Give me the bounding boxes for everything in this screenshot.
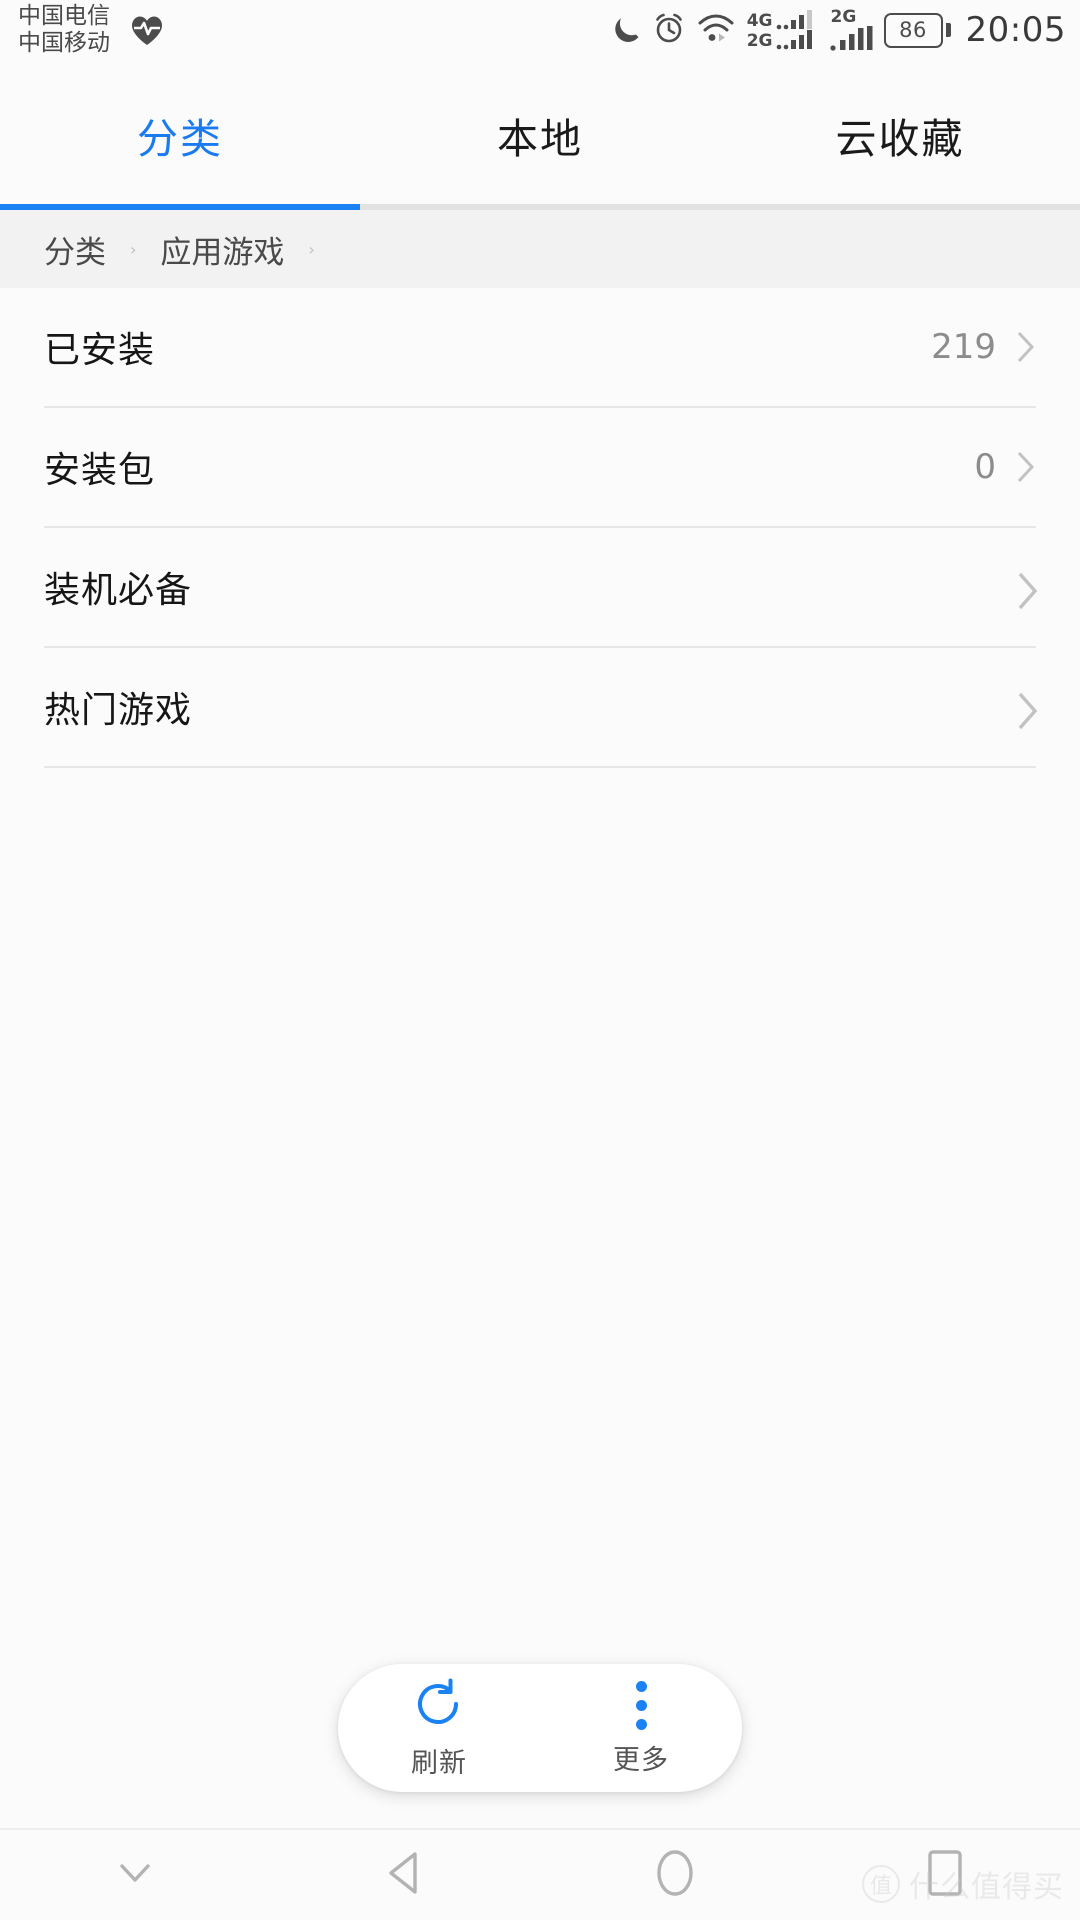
chevron-right-icon [1016,450,1036,484]
watermark: 值 什么值得买 [862,1862,1064,1906]
status-bar: 中国电信 中国移动 4G 2G 2G 86 20:05 [0,0,1080,60]
refresh-button-label: 刷新 [411,1747,467,1779]
app-screen: 中国电信 中国移动 4G 2G 2G 86 20:05 分类 本地 云收藏 分类… [0,0,1080,1920]
list-item-installed[interactable]: 已安装 219 [0,288,1080,406]
sim2-network-label: 2G [830,6,857,27]
breadcrumb-separator-trailing-icon: › [308,239,315,259]
list-item-label: 热门游戏 [44,690,193,731]
sim2-signal-icon: 2G [829,6,873,52]
heart-rate-icon [130,14,164,46]
nav-back-button[interactable] [270,1830,540,1920]
more-button[interactable]: 更多 [540,1664,742,1792]
breadcrumb-item-current[interactable]: 应用游戏 [160,227,284,272]
tab-categories[interactable]: 分类 [0,105,360,165]
watermark-text: 什么值得买 [909,1870,1064,1905]
floating-toolbar-wrapper: 刷新 更多 [0,1664,1080,1792]
battery-cap [945,23,951,37]
floating-toolbar: 刷新 更多 [338,1664,742,1792]
list-item-label: 安装包 [44,450,156,491]
carrier-labels: 中国电信 中国移动 [18,3,110,57]
watermark-badge: 值 [862,1865,900,1903]
list-item-label: 已安装 [44,330,156,371]
battery-level-label: 86 [883,12,943,48]
list-item-count: 0 [974,447,996,487]
alarm-clock-icon [653,12,685,48]
breadcrumb-separator-icon: › [130,239,137,259]
list-item-essentials[interactable]: 装机必备 [0,528,1080,646]
chevron-right-icon [1016,570,1038,610]
dot [635,1719,647,1730]
refresh-button[interactable]: 刷新 [338,1664,540,1792]
tab-cloud-favorites[interactable]: 云收藏 [720,105,1080,165]
nav-hide-button[interactable] [0,1830,270,1920]
tab-local[interactable]: 本地 [360,105,720,165]
status-icons: 4G 2G 2G 86 20:05 [612,0,1066,60]
sim1-network-top-label: 4G [746,11,773,31]
refresh-circular-arrow-icon [411,1677,467,1735]
list-item-label: 装机必备 [44,570,193,611]
sim1-signal-icon: 4G 2G [747,10,816,50]
carrier-secondary-label: 中国移动 [18,30,110,56]
system-navigation-bar: 值 什么值得买 [0,1828,1080,1920]
back-triangle-icon [385,1850,425,1900]
status-clock: 20:05 [965,10,1066,50]
breadcrumb[interactable]: 分类 › 应用游戏 › [0,210,1080,288]
dot [635,1681,647,1692]
chevron-right-icon [1016,330,1036,364]
chevron-down-icon [115,1860,155,1890]
tab-bar: 分类 本地 云收藏 [0,60,1080,210]
three-dots-vertical-icon [635,1680,647,1732]
tab-active-indicator [0,204,360,210]
battery-icon: 86 [883,12,951,48]
home-circle-icon [654,1848,696,1902]
nav-home-button[interactable] [540,1830,810,1920]
list-divider [44,766,1036,768]
list-item-popular-games[interactable]: 热门游戏 [0,648,1080,766]
sim1-network-bottom-label: 2G [746,31,773,51]
moon-icon [612,12,642,48]
dot [635,1700,647,1711]
breadcrumb-item-root[interactable]: 分类 [44,227,106,272]
more-button-label: 更多 [613,1744,669,1776]
list-item-packages[interactable]: 安装包 0 [0,408,1080,526]
chevron-right-icon [1016,690,1038,730]
list-item-count: 219 [931,327,996,367]
carrier-primary-label: 中国电信 [18,3,110,29]
wifi-icon [696,12,736,48]
